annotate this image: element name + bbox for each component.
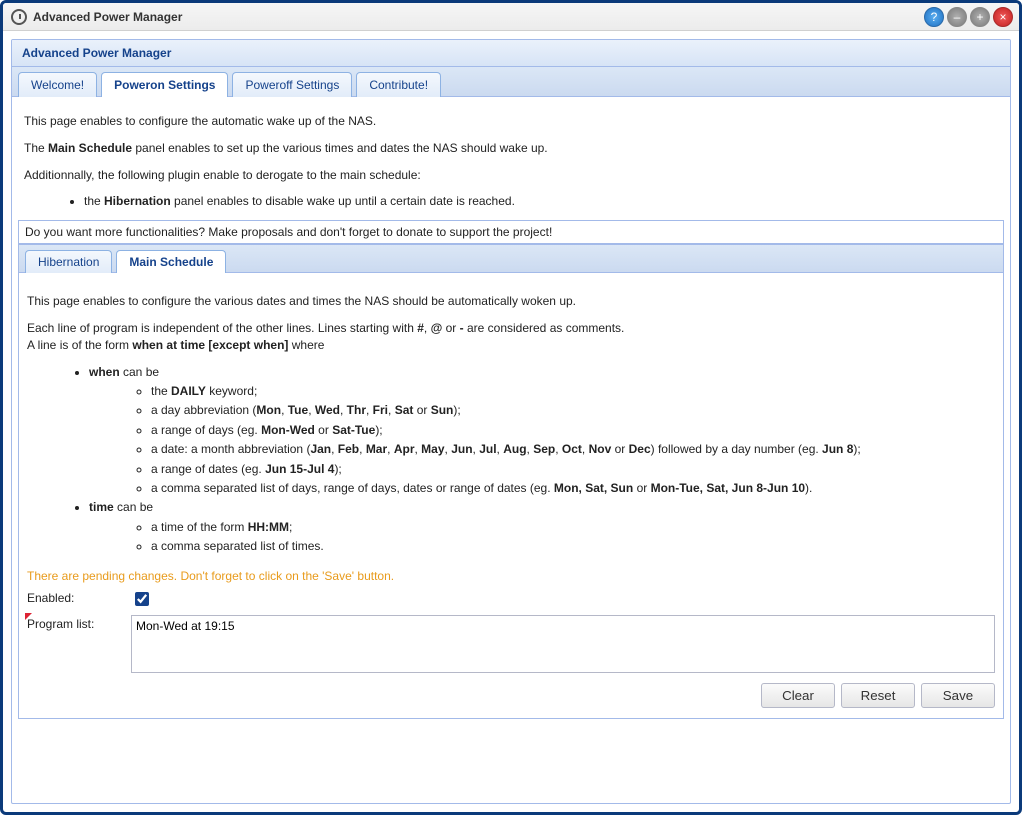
tab-poweroff-settings[interactable]: Poweroff Settings [232, 72, 352, 97]
app-window: Advanced Power Manager ? – + × Advanced … [0, 0, 1022, 815]
intro-line-3: Additionnally, the following plugin enab… [24, 167, 998, 184]
window-title: Advanced Power Manager [33, 10, 182, 24]
ms-desc-2: Each line of program is independent of t… [27, 320, 995, 354]
tab-main-schedule[interactable]: Main Schedule [116, 250, 226, 273]
programlist-input[interactable] [131, 615, 995, 673]
programlist-label: Program list: [27, 615, 131, 631]
tab-poweron-settings[interactable]: Poweron Settings [101, 72, 228, 97]
enabled-label: Enabled: [27, 589, 131, 605]
tab-welcome[interactable]: Welcome! [18, 72, 97, 97]
titlebar: Advanced Power Manager ? – + × [3, 3, 1019, 31]
intro-section: This page enables to configure the autom… [18, 113, 1004, 210]
top-tabstrip: Welcome! Poweron Settings Poweroff Setti… [12, 67, 1010, 97]
close-button[interactable]: × [993, 7, 1013, 27]
maximize-button[interactable]: + [970, 7, 990, 27]
content-area: Advanced Power Manager Welcome! Poweron … [3, 31, 1019, 812]
ms-desc-1: This page enables to configure the vario… [27, 293, 995, 310]
intro-line-2: The Main Schedule panel enables to set u… [24, 140, 998, 157]
intro-plugin-hibernation: the Hibernation panel enables to disable… [84, 193, 1004, 210]
syntax-time: time can be a time of the form HH:MM; a … [89, 499, 995, 555]
enabled-checkbox[interactable] [135, 592, 149, 606]
donate-bar: Do you want more functionalities? Make p… [18, 220, 1004, 244]
top-tab-body: This page enables to configure the autom… [12, 97, 1010, 725]
tab-contribute[interactable]: Contribute! [356, 72, 441, 97]
intro-plugin-list: the Hibernation panel enables to disable… [44, 193, 1004, 210]
programlist-row: Program list: [27, 615, 995, 673]
save-button[interactable]: Save [921, 683, 995, 708]
minimize-button[interactable]: – [947, 7, 967, 27]
help-button[interactable]: ? [924, 7, 944, 27]
app-icon [11, 9, 27, 25]
syntax-list: when can be the DAILY keyword; a day abb… [49, 364, 995, 556]
reset-button[interactable]: Reset [841, 683, 915, 708]
tab-hibernation[interactable]: Hibernation [25, 250, 112, 273]
main-schedule-body: This page enables to configure the vario… [18, 273, 1004, 719]
dirty-indicator-icon [25, 613, 32, 620]
panel-title: Advanced Power Manager [12, 40, 1010, 67]
syntax-when: when can be the DAILY keyword; a day abb… [89, 364, 995, 498]
intro-line-1: This page enables to configure the autom… [24, 113, 998, 130]
pending-changes-warning: There are pending changes. Don't forget … [27, 569, 995, 583]
clear-button[interactable]: Clear [761, 683, 835, 708]
enabled-row: Enabled: [27, 589, 995, 609]
button-row: Clear Reset Save [27, 683, 995, 708]
inner-tabstrip: Hibernation Main Schedule [18, 244, 1004, 273]
window-buttons: ? – + × [924, 7, 1013, 27]
main-panel: Advanced Power Manager Welcome! Poweron … [11, 39, 1011, 804]
